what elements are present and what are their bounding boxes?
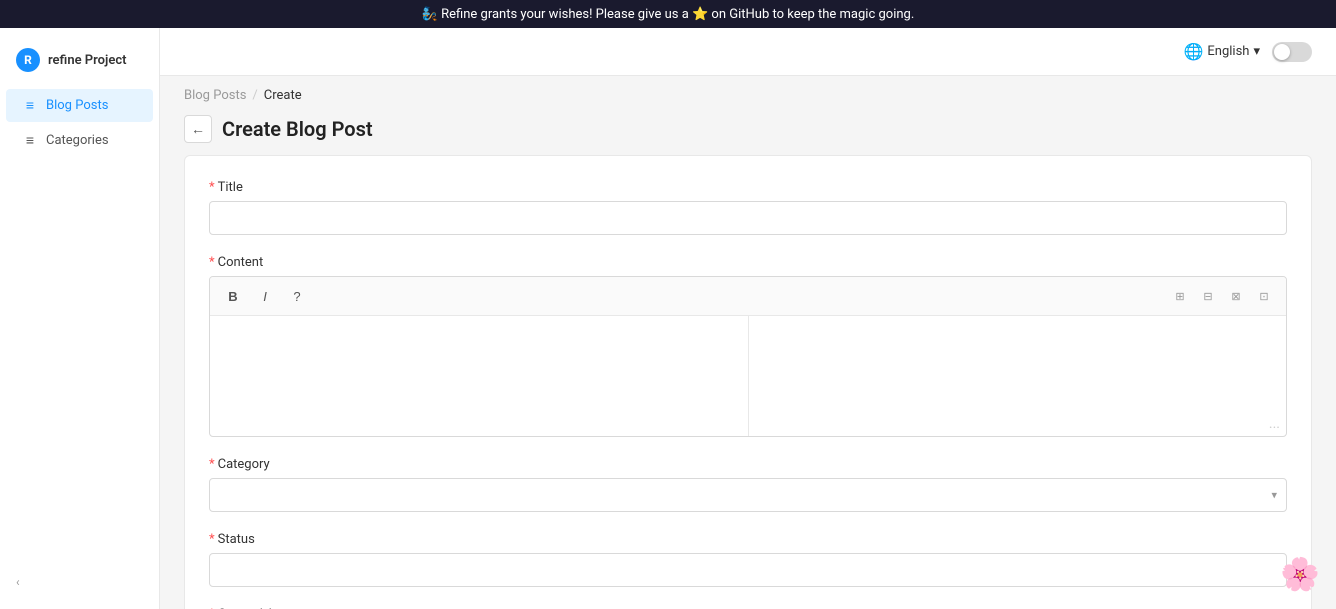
content-label: * Content — [209, 255, 1287, 270]
editor-toolbar-left: B I ? — [220, 283, 310, 309]
content-field: * Content B I ? ⊞ ⊟ — [209, 255, 1287, 437]
view-fullscreen-button[interactable]: ⊡ — [1252, 284, 1276, 308]
sidebar-item-label: Categories — [46, 133, 109, 148]
content-area: 🌐 English ▾ Blog Posts / Create ← Create — [160, 28, 1336, 609]
content-required-star: * — [209, 255, 215, 270]
help-button[interactable]: ? — [284, 283, 310, 309]
editor-toolbar: B I ? ⊞ ⊟ ⊠ ⊡ — [210, 277, 1286, 316]
title-field: * Title — [209, 180, 1287, 235]
main-content: Blog Posts / Create ← Create Blog Post *… — [160, 76, 1336, 609]
category-required-star: * — [209, 457, 215, 472]
status-input[interactable] — [209, 553, 1287, 587]
bold-button[interactable]: B — [220, 283, 246, 309]
category-select[interactable] — [209, 478, 1287, 512]
status-label-text: Status — [218, 532, 255, 547]
language-selector[interactable]: 🌐 English ▾ — [1183, 42, 1260, 61]
title-label: * Title — [209, 180, 1287, 195]
view-side-by-side-button[interactable]: ⊞ — [1168, 284, 1192, 308]
category-label-text: Category — [218, 457, 270, 472]
page-title-bar: ← Create Blog Post — [160, 111, 1336, 155]
editor-resize-dots: ... — [1269, 416, 1280, 432]
sidebar-item-label: Blog Posts — [46, 98, 108, 113]
form-card: * Title * Content B I — [184, 155, 1312, 609]
logo-icon: R — [16, 48, 40, 72]
content-label-text: Content — [218, 255, 264, 270]
chevron-down-icon: ▾ — [1253, 44, 1260, 59]
category-select-wrapper: ▾ — [209, 478, 1287, 512]
content-editor: B I ? ⊞ ⊟ ⊠ ⊡ — [209, 276, 1287, 437]
editor-edit-pane — [210, 316, 749, 436]
category-field: * Category ▾ — [209, 457, 1287, 512]
sidebar-logo: R refine Project — [0, 40, 159, 88]
category-label: * Category — [209, 457, 1287, 472]
editor-toolbar-right: ⊞ ⊟ ⊠ ⊡ — [1168, 284, 1276, 308]
status-label: * Status — [209, 532, 1287, 547]
title-label-text: Title — [218, 180, 243, 195]
language-flag: 🌐 — [1183, 42, 1203, 61]
sidebar: R refine Project ≡ Blog Posts ≡ Categori… — [0, 28, 160, 609]
top-banner: 🧞 Refine grants your wishes! Please give… — [0, 0, 1336, 28]
editor-textarea[interactable] — [218, 324, 740, 428]
view-preview-only-button[interactable]: ⊠ — [1224, 284, 1248, 308]
language-label: English — [1207, 44, 1249, 59]
blog-posts-icon: ≡ — [22, 97, 38, 114]
categories-icon: ≡ — [22, 132, 38, 149]
page-title: Create Blog Post — [222, 117, 373, 141]
banner-text: 🧞 Refine grants your wishes! Please give… — [422, 7, 915, 22]
status-required-star: * — [209, 532, 215, 547]
italic-button[interactable]: I — [252, 283, 278, 309]
back-arrow-icon: ← — [191, 121, 205, 137]
title-input[interactable] — [209, 201, 1287, 235]
logo-text: refine Project — [48, 53, 126, 68]
view-edit-only-button[interactable]: ⊟ — [1196, 284, 1220, 308]
floating-flower-icon[interactable]: 🌸 — [1280, 555, 1320, 593]
sidebar-nav: ≡ Blog Posts ≡ Categories — [0, 88, 159, 158]
toggle-knob — [1274, 44, 1290, 60]
title-required-star: * — [209, 180, 215, 195]
breadcrumb-blog-posts[interactable]: Blog Posts — [184, 88, 246, 103]
sidebar-item-blog-posts[interactable]: ≡ Blog Posts — [6, 89, 153, 122]
breadcrumb-separator: / — [252, 88, 257, 103]
editor-preview-pane: ... — [749, 316, 1287, 436]
status-field: * Status — [209, 532, 1287, 587]
editor-body: ... — [210, 316, 1286, 436]
dark-mode-toggle[interactable] — [1272, 42, 1312, 62]
breadcrumb-create: Create — [264, 88, 302, 103]
sidebar-collapse-button[interactable]: ‹ — [0, 567, 159, 597]
back-button[interactable]: ← — [184, 115, 212, 143]
breadcrumb: Blog Posts / Create — [160, 76, 1336, 111]
sidebar-item-categories[interactable]: ≡ Categories — [6, 124, 153, 157]
app-layout: R refine Project ≡ Blog Posts ≡ Categori… — [0, 28, 1336, 609]
header-bar: 🌐 English ▾ — [160, 28, 1336, 76]
